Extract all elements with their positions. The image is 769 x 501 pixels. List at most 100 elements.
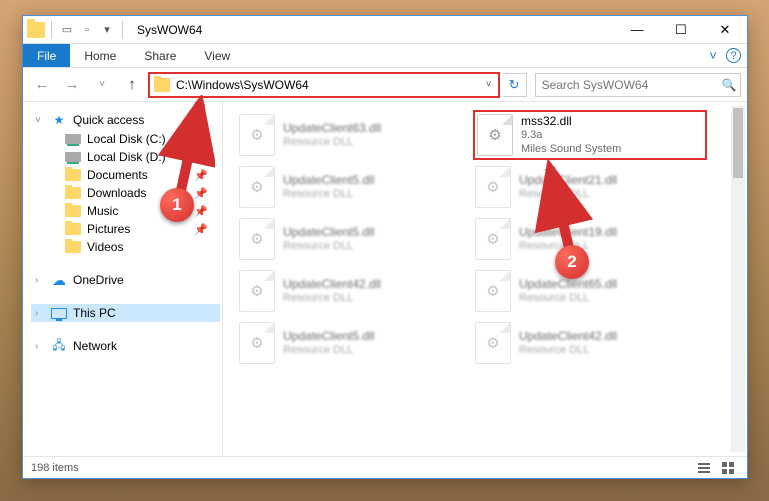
scrollbar-thumb[interactable] bbox=[733, 108, 743, 178]
properties-icon[interactable]: ▭ bbox=[58, 21, 76, 39]
gear-icon: ⚙ bbox=[250, 126, 263, 144]
search-input[interactable] bbox=[536, 78, 718, 92]
monitor-icon bbox=[51, 308, 67, 319]
star-icon: ★ bbox=[51, 112, 67, 128]
search-icon[interactable]: 🔍 bbox=[718, 78, 740, 92]
folder-icon bbox=[65, 169, 81, 181]
pin-icon: 📌 bbox=[194, 187, 208, 200]
quick-access-header[interactable]: ˅ ★ Quick access bbox=[31, 110, 220, 130]
details-view-button[interactable] bbox=[693, 459, 715, 477]
folder-icon bbox=[154, 78, 170, 92]
window-title: SysWOW64 bbox=[137, 23, 202, 37]
gear-icon: ⚙ bbox=[250, 334, 263, 352]
separator bbox=[51, 21, 52, 39]
scrollbar[interactable] bbox=[731, 106, 745, 452]
this-pc-header[interactable]: › This PC bbox=[31, 304, 220, 322]
tab-view[interactable]: View bbox=[190, 44, 244, 67]
folder-icon bbox=[27, 22, 45, 38]
file-tile[interactable]: ⚙UpdateClient42.dllResource DLL bbox=[239, 268, 459, 314]
dll-file-icon: ⚙ bbox=[475, 166, 511, 208]
file-tile[interactable]: ⚙UpdateClient21.dllResource DLL bbox=[475, 164, 695, 210]
dll-file-icon: ⚙ bbox=[477, 114, 513, 156]
ribbon: File Home Share View ˅ ? bbox=[23, 44, 747, 68]
pin-icon: 📌 bbox=[194, 223, 208, 236]
file-tile[interactable]: ⚙UpdateClient42.dllResource DLL bbox=[475, 320, 695, 366]
separator bbox=[122, 21, 123, 39]
folder-icon bbox=[65, 205, 81, 217]
network-header[interactable]: › 🖧 Network bbox=[31, 336, 220, 356]
navigation-pane: ˅ ★ Quick access Local Disk (C:)📌 Local … bbox=[23, 102, 223, 456]
history-dropdown-icon[interactable]: ˅ bbox=[89, 72, 115, 98]
body: ˅ ★ Quick access Local Disk (C:)📌 Local … bbox=[23, 102, 747, 456]
sidebar-item-downloads[interactable]: Downloads📌 bbox=[31, 184, 220, 202]
pin-icon: 📌 bbox=[194, 133, 208, 146]
sidebar-item-local-disk-c[interactable]: Local Disk (C:)📌 bbox=[31, 130, 220, 148]
cloud-icon: ☁ bbox=[51, 272, 67, 288]
onedrive-header[interactable]: › ☁ OneDrive bbox=[31, 270, 220, 290]
file-tile[interactable]: ⚙UpdateClient5.dllResource DLL bbox=[239, 320, 459, 366]
folder-icon bbox=[65, 241, 81, 253]
folder-icon bbox=[65, 187, 81, 199]
search-box[interactable]: 🔍 bbox=[535, 73, 741, 97]
dll-file-icon: ⚙ bbox=[475, 322, 511, 364]
chevron-right-icon[interactable]: › bbox=[35, 275, 45, 286]
qat-customize-icon[interactable]: ▾ bbox=[98, 21, 116, 39]
file-tile[interactable]: ⚙UpdateClient5.dllResource DLL bbox=[239, 164, 459, 210]
gear-icon: ⚙ bbox=[486, 230, 499, 248]
drive-icon bbox=[65, 134, 81, 144]
chevron-down-icon[interactable]: ˅ bbox=[35, 115, 45, 126]
pin-icon: 📌 bbox=[194, 205, 208, 218]
file-tab[interactable]: File bbox=[23, 44, 70, 67]
help-icon[interactable]: ? bbox=[726, 48, 741, 63]
file-tile[interactable]: ⚙ UpdateClient63.dllResource DLL bbox=[239, 112, 459, 158]
window-controls: — ☐ ✕ bbox=[615, 16, 747, 44]
gear-icon: ⚙ bbox=[488, 126, 501, 144]
tiles-view-button[interactable] bbox=[717, 459, 739, 477]
close-button[interactable]: ✕ bbox=[703, 16, 747, 44]
folder-icon bbox=[65, 223, 81, 235]
gear-icon: ⚙ bbox=[250, 178, 263, 196]
file-tile[interactable]: ⚙UpdateClient19.dllResource DLL bbox=[475, 216, 695, 262]
address-path[interactable]: C:\Windows\SysWOW64 bbox=[174, 78, 480, 92]
file-list[interactable]: ⚙ UpdateClient63.dllResource DLL ⚙ mss32… bbox=[223, 102, 747, 456]
address-dropdown-icon[interactable]: ˅ bbox=[480, 79, 498, 90]
file-version: 9.3a bbox=[521, 129, 621, 143]
sidebar-item-pictures[interactable]: Pictures📌 bbox=[31, 220, 220, 238]
gear-icon: ⚙ bbox=[486, 282, 499, 300]
file-tile-highlighted[interactable]: ⚙ mss32.dll 9.3a Miles Sound System bbox=[475, 112, 705, 158]
tab-share[interactable]: Share bbox=[130, 44, 190, 67]
chevron-right-icon[interactable]: › bbox=[35, 341, 45, 352]
tab-home[interactable]: Home bbox=[70, 44, 130, 67]
this-pc-label: This PC bbox=[73, 306, 116, 320]
back-button[interactable]: ← bbox=[29, 72, 55, 98]
file-tile[interactable]: ⚙UpdateClient5.dllResource DLL bbox=[239, 216, 459, 262]
address-bar[interactable]: C:\Windows\SysWOW64 ˅ bbox=[149, 73, 499, 97]
gear-icon: ⚙ bbox=[250, 230, 263, 248]
quick-access-label: Quick access bbox=[73, 113, 144, 127]
sidebar-item-local-disk-d[interactable]: Local Disk (D:)📌 bbox=[31, 148, 220, 166]
file-description: Miles Sound System bbox=[521, 143, 621, 157]
refresh-button[interactable]: ↻ bbox=[503, 73, 527, 97]
maximize-button[interactable]: ☐ bbox=[659, 16, 703, 44]
titlebar: ▭ ▫ ▾ SysWOW64 — ☐ ✕ bbox=[23, 16, 747, 44]
minimize-button[interactable]: — bbox=[615, 16, 659, 44]
network-icon: 🖧 bbox=[51, 338, 67, 354]
gear-icon: ⚙ bbox=[250, 282, 263, 300]
onedrive-label: OneDrive bbox=[73, 273, 124, 287]
chevron-right-icon[interactable]: › bbox=[35, 308, 45, 319]
sidebar-item-music[interactable]: Music📌 bbox=[31, 202, 220, 220]
item-count: 198 items bbox=[31, 462, 79, 474]
sidebar-item-documents[interactable]: Documents📌 bbox=[31, 166, 220, 184]
file-tile[interactable]: ⚙UpdateClient65.dllResource DLL bbox=[475, 268, 695, 314]
status-bar: 198 items bbox=[23, 456, 747, 478]
dll-file-icon: ⚙ bbox=[475, 270, 511, 312]
ribbon-expand-icon[interactable]: ˅ bbox=[700, 44, 726, 68]
network-label: Network bbox=[73, 339, 117, 353]
dll-file-icon: ⚙ bbox=[239, 218, 275, 260]
pin-icon: 📌 bbox=[194, 151, 208, 164]
sidebar-item-videos[interactable]: Videos bbox=[31, 238, 220, 256]
forward-button[interactable]: → bbox=[59, 72, 85, 98]
new-folder-icon[interactable]: ▫ bbox=[78, 21, 96, 39]
gear-icon: ⚙ bbox=[486, 178, 499, 196]
up-button[interactable]: ↑ bbox=[119, 72, 145, 98]
